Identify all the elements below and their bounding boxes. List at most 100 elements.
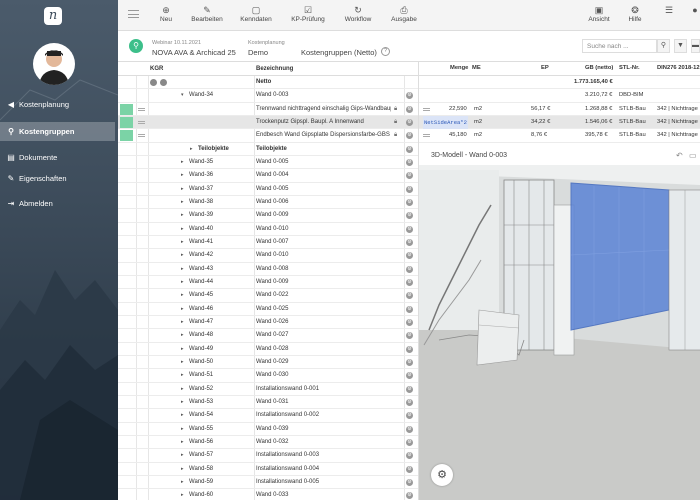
expand-chevron-icon[interactable]: ▸ [181, 436, 184, 449]
expand-chevron-icon[interactable]: ▸ [181, 409, 184, 422]
row-settings-icon[interactable]: ⚙ [406, 292, 413, 300]
status-badge[interactable] [120, 130, 133, 142]
edit-button[interactable]: ✎ Bearbeiten [190, 4, 224, 23]
sidebar-item-kostengruppen[interactable]: ⚲ Kostengruppen [0, 122, 115, 141]
row-settings-icon[interactable]: ⚙ [406, 212, 413, 220]
info-icon[interactable]: ? [381, 47, 390, 56]
row-settings-icon[interactable]: ⚙ [406, 465, 413, 473]
row-settings-icon[interactable]: ⚙ [406, 332, 413, 340]
project-name[interactable]: NOVA AVA & Archicad 25 [152, 48, 236, 57]
kp-pruefung-button[interactable]: ☑ KP-Prüfung [290, 4, 326, 23]
row-settings-icon[interactable]: ⚙ [406, 492, 413, 500]
row-settings-icon[interactable]: ⚙ [406, 318, 413, 326]
row-settings-icon[interactable]: ⚙ [406, 278, 413, 286]
expand-chevron-icon[interactable]: ▸ [181, 249, 184, 262]
row-settings-icon[interactable]: ⚙ [406, 172, 413, 180]
filter-icon[interactable]: ▼ [674, 39, 687, 53]
sidebar-item-abmelden[interactable]: ⇥ Abmelden [0, 194, 118, 213]
tree-row[interactable]: ▸ Wand-48 Wand 0-027 ⚙ [118, 329, 418, 343]
search-input[interactable]: Suche nach ... [582, 39, 657, 53]
search-icon[interactable]: ⚲ [657, 39, 670, 53]
tree-row[interactable]: ▸ Wand-52 Installationswand 0-001 ⚙ [118, 383, 418, 396]
expand-chevron-icon[interactable]: ▸ [181, 463, 184, 476]
expand-chevron-icon[interactable]: ▸ [181, 289, 184, 302]
row-settings-icon[interactable]: ⚙ [406, 385, 413, 393]
expand-chevron-icon[interactable]: ▸ [181, 356, 184, 369]
row-settings-icon[interactable]: ⚙ [406, 305, 413, 313]
new-button[interactable]: ⊕ Neu [156, 4, 176, 23]
row-settings-icon[interactable]: ⚙ [406, 238, 413, 246]
position-row[interactable]: 🔒︎ Trockenputz Gipspl. Baupl. A Innenwand… [118, 115, 418, 130]
expand-chevron-icon[interactable]: ▸ [181, 183, 184, 196]
expand-chevron-icon[interactable]: ▸ [181, 423, 184, 436]
tree-row[interactable]: ▸ Wand-47 Wand 0-026 ⚙ [118, 316, 418, 330]
tree-row[interactable]: ▸ Wand-35 Wand 0-005 ⚙ [118, 156, 418, 170]
row-settings-icon[interactable]: ⚙ [406, 132, 413, 140]
sidebar-item-kostenplanung[interactable]: ◀ Kostenplanung [0, 95, 118, 114]
expand-chevron-icon[interactable]: ▸ [181, 369, 184, 382]
row-settings-icon[interactable]: ⚙ [406, 358, 413, 366]
prev-icon[interactable] [150, 79, 157, 86]
column-menge[interactable]: Menge [450, 62, 468, 75]
tree-row[interactable]: ▸ Wand-50 Wand 0-029 ⚙ [118, 356, 418, 370]
settings-gear-icon[interactable]: ⚙ [431, 464, 453, 486]
group-row[interactable]: ▸ Teilobjekte Teilobjekte ⚙ [118, 143, 418, 156]
tree-row[interactable]: ▸ Wand-58 Installationswand 0-004 ⚙ [118, 463, 418, 476]
hilfe-button[interactable]: ❂ Hilfe [624, 4, 646, 23]
row-settings-icon[interactable]: ⚙ [406, 185, 413, 193]
status-badge[interactable] [120, 116, 133, 128]
row-settings-icon[interactable]: ⚙ [406, 198, 413, 206]
tree-row[interactable]: ▸ Wand-40 Wand 0-010 ⚙ [118, 223, 418, 236]
detail-row[interactable]: 22,590 m2 56,17 € 1.268,88 € STLB-Bau 342 | N… [419, 103, 700, 116]
tree-row[interactable]: ▸ Wand-56 Wand 0-032 ⚙ [118, 436, 418, 450]
tree-row[interactable]: ▸ Wand-45 Wand 0-022 ⚙ [118, 289, 418, 303]
row-settings-icon[interactable]: ⚙ [406, 158, 413, 166]
tree-row[interactable]: ▸ Wand-38 Wand 0-006 ⚙ [118, 196, 418, 210]
window-icon[interactable]: ▭ [689, 151, 697, 160]
row-settings-icon[interactable]: ⚙ [406, 412, 413, 420]
column-bezeichnung[interactable]: Bezeichnung [256, 66, 293, 72]
expand-chevron-icon[interactable]: ▸ [181, 236, 184, 249]
tree-row[interactable]: ▸ Wand-60 Wand 0-033 ⚙ [118, 489, 418, 500]
tree-row[interactable]: ▸ Wand-44 Wand 0-009 ⚙ [118, 276, 418, 290]
column-ep[interactable]: EP [541, 62, 549, 75]
tree-row[interactable]: ▾ Wand-34 Wand 0-003 ⚙ [118, 89, 418, 103]
undo-icon[interactable]: ↶ [676, 151, 683, 160]
tree-row[interactable]: ▸ Wand-57 Installationswand 0-003 ⚙ [118, 449, 418, 463]
row-settings-icon[interactable]: ⚙ [406, 225, 413, 233]
expand-chevron-icon[interactable]: ▸ [181, 303, 184, 316]
tree-row[interactable]: ▸ Wand-39 Wand 0-009 ⚙ [118, 209, 418, 223]
drag-handle-icon[interactable] [423, 107, 430, 111]
expand-chevron-icon[interactable]: ▸ [181, 476, 184, 489]
next-icon[interactable] [160, 79, 167, 86]
row-settings-icon[interactable]: ⚙ [406, 265, 413, 273]
tree-row[interactable]: ▸ Wand-37 Wand 0-005 ⚙ [118, 183, 418, 196]
tree-row[interactable]: ▸ Wand-51 Wand 0-030 ⚙ [118, 369, 418, 383]
expand-chevron-icon[interactable]: ▸ [181, 316, 184, 329]
row-settings-icon[interactable]: ⚙ [406, 105, 413, 113]
row-settings-icon[interactable]: ⚙ [406, 145, 413, 153]
expand-chevron-icon[interactable]: ▸ [181, 449, 184, 462]
tree-row[interactable]: ▸ Wand-49 Wand 0-028 ⚙ [118, 343, 418, 356]
column-gb[interactable]: GB (netto) [585, 62, 613, 75]
row-settings-icon[interactable]: ⚙ [406, 478, 413, 486]
expand-chevron-icon[interactable]: ▸ [181, 276, 184, 289]
row-settings-icon[interactable]: ⚙ [406, 345, 413, 353]
plan-name[interactable]: Demo [248, 48, 268, 57]
expand-chevron-icon[interactable]: ▸ [181, 223, 184, 236]
tree-row[interactable]: ▸ Wand-41 Wand 0-007 ⚙ [118, 236, 418, 250]
row-settings-icon[interactable]: ⚙ [406, 452, 413, 460]
column-stl[interactable]: STL-Nr. [619, 62, 640, 75]
tree-row[interactable]: ▸ Wand-55 Wand 0-039 ⚙ [118, 423, 418, 436]
menge-cell[interactable]: 22,590 [449, 103, 467, 116]
kenndaten-button[interactable]: ▢ Kenndaten [239, 4, 273, 23]
detail-row[interactable]: 45,180 m2 8,76 € 395,78 € STLB-Bau 342 | Nich… [419, 129, 700, 143]
sidebar-item-dokumente[interactable]: ▤ Dokumente [0, 148, 118, 167]
menge-cell[interactable]: NetSideArea*2 [423, 115, 468, 129]
tree-row[interactable]: ▸ Wand-54 Installationswand 0-002 ⚙ [118, 409, 418, 423]
expand-chevron-icon[interactable]: ▸ [181, 263, 184, 276]
sidebar-item-eigenschaften[interactable]: ✎ Eigenschaften [0, 169, 118, 188]
tree-row[interactable]: ▸ Wand-59 Installationswand 0-005 ⚙ [118, 476, 418, 490]
ansicht-button[interactable]: ▣ Ansicht [586, 4, 612, 23]
detail-row[interactable]: NetSideArea*2 m2 34,22 € 1.546,06 € STLB-Bau… [419, 115, 700, 130]
